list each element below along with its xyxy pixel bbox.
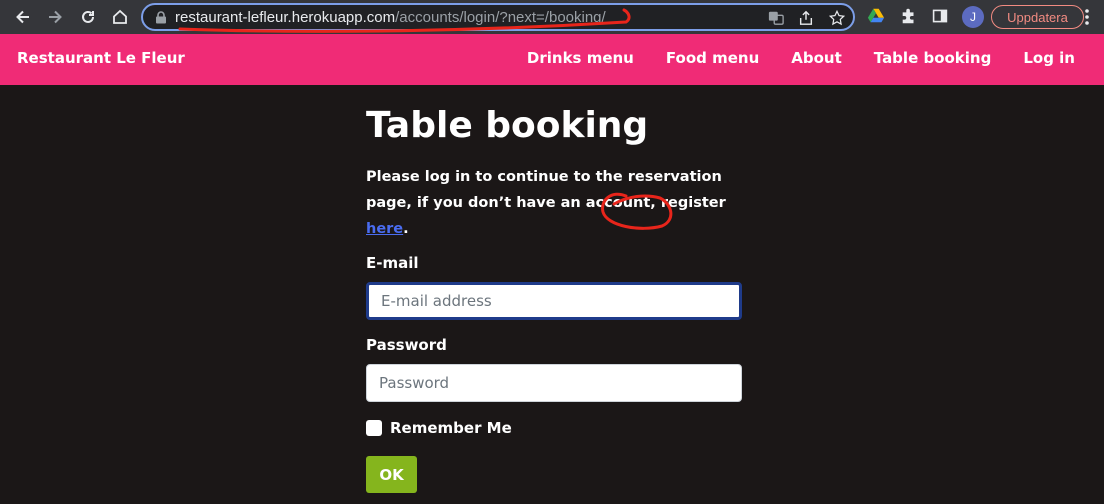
intro-text: Please log in to continue to the reserva… [366, 164, 746, 242]
url-host: restaurant-lefleur.herokuapp.com [175, 9, 396, 26]
reload-icon[interactable] [76, 5, 100, 29]
home-icon[interactable] [108, 5, 132, 29]
url-text: restaurant-lefleur.herokuapp.com/account… [175, 9, 606, 26]
profile-avatar[interactable]: J [962, 6, 984, 28]
password-label: Password [366, 336, 447, 354]
nav-link-drinks-menu[interactable]: Drinks menu [527, 49, 634, 67]
translate-icon[interactable] [767, 9, 785, 27]
register-link[interactable]: here [366, 221, 403, 237]
password-field[interactable] [366, 364, 742, 402]
login-section: Table booking Please log in to continue … [366, 105, 746, 493]
share-icon[interactable] [797, 9, 815, 27]
url-path: /accounts/login/?next=/booking/ [395, 9, 606, 26]
bookmark-star-icon[interactable] [828, 9, 846, 27]
intro-text-body: Please log in to continue to the reserva… [366, 169, 726, 211]
email-field[interactable] [366, 282, 742, 320]
menu-kebab-icon[interactable] [1080, 7, 1094, 27]
drive-icon[interactable] [866, 6, 886, 26]
update-button[interactable]: Uppdatera [991, 5, 1084, 29]
nav-link-about[interactable]: About [791, 49, 842, 67]
brand-link[interactable]: Restaurant Le Fleur [17, 49, 185, 67]
remember-me-checkbox[interactable] [366, 420, 382, 436]
back-icon[interactable] [11, 5, 35, 29]
address-bar[interactable]: restaurant-lefleur.herokuapp.com/account… [141, 3, 855, 31]
nav-link-table-booking[interactable]: Table booking [874, 49, 992, 67]
site-navbar: Restaurant Le Fleur Drinks menu Food men… [0, 34, 1104, 85]
remember-me-label[interactable]: Remember Me [390, 419, 512, 437]
lock-icon [156, 11, 166, 24]
side-panel-icon[interactable] [930, 6, 950, 26]
intro-text-end: . [403, 221, 409, 237]
remember-me-row: Remember Me [366, 419, 746, 437]
browser-toolbar: restaurant-lefleur.herokuapp.com/account… [0, 0, 1104, 34]
nav-links: Drinks menu Food menu About Table bookin… [527, 49, 1075, 67]
email-label: E-mail [366, 254, 419, 272]
nav-link-log-in[interactable]: Log in [1023, 49, 1075, 67]
submit-button[interactable]: OK [366, 456, 417, 493]
page-title: Table booking [366, 105, 649, 146]
extensions-icon[interactable] [899, 6, 919, 26]
forward-icon[interactable] [43, 5, 67, 29]
nav-link-food-menu[interactable]: Food menu [666, 49, 759, 67]
